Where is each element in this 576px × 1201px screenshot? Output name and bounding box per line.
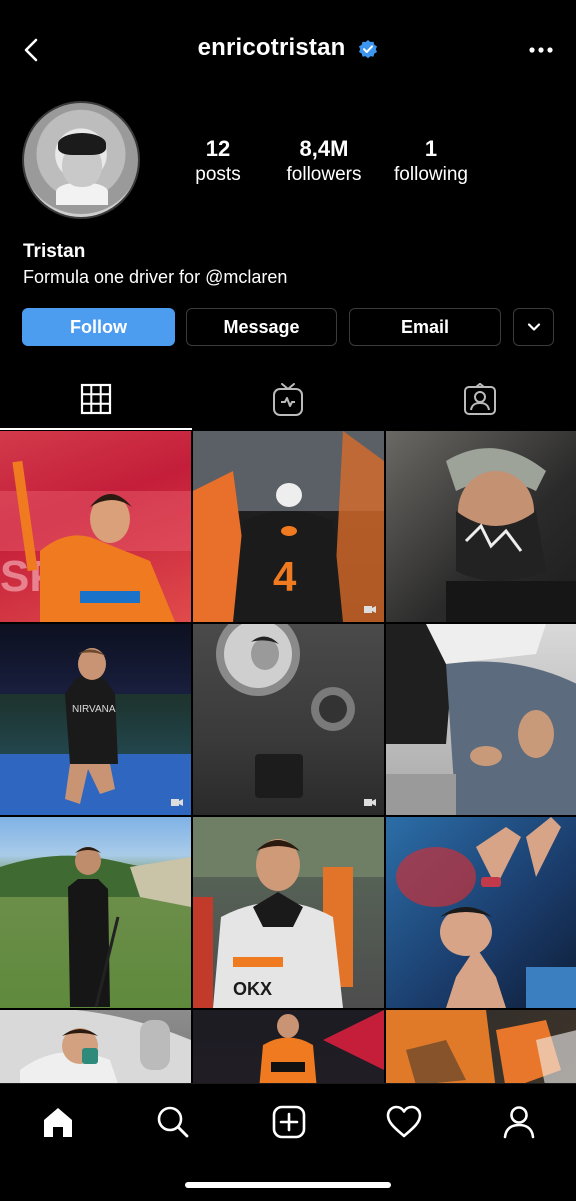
post-thumbnail[interactable] (193, 624, 384, 815)
post-thumbnail[interactable]: SPR (0, 431, 191, 622)
reel-icon (364, 799, 376, 806)
post-image (259, 1010, 384, 1083)
post-image (386, 1010, 576, 1083)
posts-label: posts (195, 164, 241, 185)
post-image: SPR (0, 460, 191, 622)
avatar-hair (58, 133, 106, 155)
verified-badge-icon (359, 39, 378, 58)
nav-home[interactable] (36, 1100, 80, 1144)
home-icon (44, 1108, 72, 1137)
followers-count[interactable]: 8,4M followers (276, 136, 372, 188)
post-thumbnail[interactable] (0, 1010, 191, 1083)
message-button[interactable]: Message (186, 308, 337, 346)
reel-icon (171, 799, 183, 806)
post-thumbnail[interactable] (193, 1010, 384, 1083)
following-value: 1 (424, 136, 438, 161)
home-indicator[interactable] (185, 1182, 391, 1188)
igtv-icon (273, 383, 303, 416)
email-button[interactable]: Email (349, 308, 501, 346)
tagged-icon (464, 383, 496, 415)
posts-value: 12 (205, 136, 231, 161)
tab-igtv[interactable] (192, 370, 384, 430)
post-image: 4 (193, 431, 384, 622)
svg-text:OKX: OKX (233, 979, 272, 999)
post-thumbnail[interactable]: NIRVANA (0, 624, 191, 815)
profile-bio: Formula one driver for @mclaren (23, 267, 288, 287)
new-post-icon (272, 1105, 306, 1139)
followers-label: followers (286, 164, 362, 185)
post-image: OKX (193, 817, 384, 1008)
post-image (396, 817, 576, 1008)
reel-icon (364, 606, 376, 613)
more-horizontal-icon[interactable] (526, 38, 556, 62)
posts-count[interactable]: 12 posts (178, 136, 258, 188)
nav-search[interactable] (151, 1100, 195, 1144)
posts-grid: SPR 4 (0, 431, 576, 1083)
nav-activity[interactable] (382, 1100, 426, 1144)
following-count[interactable]: 1 following (386, 136, 476, 188)
post-image (386, 624, 576, 815)
username-text: enricotristan (197, 34, 346, 61)
chevron-down-icon (527, 323, 540, 331)
post-thumbnail[interactable] (386, 817, 576, 1008)
follow-button[interactable]: Follow (22, 308, 175, 346)
post-thumbnail[interactable] (386, 431, 576, 622)
svg-text:4: 4 (273, 553, 297, 600)
post-thumbnail[interactable]: 4 (193, 431, 384, 622)
suggested-accounts-button[interactable] (513, 308, 554, 346)
post-image (0, 1010, 191, 1083)
nav-new-post[interactable] (267, 1100, 311, 1144)
post-image (0, 847, 191, 1008)
profile-name: Tristan (23, 241, 86, 262)
grid-icon (80, 383, 112, 415)
tab-grid[interactable] (0, 370, 192, 430)
following-label: following (394, 164, 468, 185)
post-thumbnail[interactable]: OKX (193, 817, 384, 1008)
post-image (386, 431, 576, 622)
post-image (216, 624, 355, 798)
profile-tabs (0, 370, 576, 430)
profile-username-header: enricotristan (0, 34, 576, 62)
svg-text:NIRVANA: NIRVANA (72, 704, 116, 715)
followers-value: 8,4M (299, 136, 349, 161)
profile-avatar[interactable] (22, 101, 140, 219)
post-image: NIRVANA (0, 648, 191, 815)
nav-profile[interactable] (497, 1100, 541, 1144)
top-bar: enricotristan (0, 0, 576, 100)
post-thumbnail[interactable] (386, 1010, 576, 1083)
heart-icon (386, 1105, 422, 1138)
post-thumbnail[interactable] (386, 624, 576, 815)
tab-tagged[interactable] (384, 370, 576, 430)
profile-icon (503, 1106, 535, 1139)
post-thumbnail[interactable] (0, 817, 191, 1008)
search-icon (157, 1106, 189, 1138)
